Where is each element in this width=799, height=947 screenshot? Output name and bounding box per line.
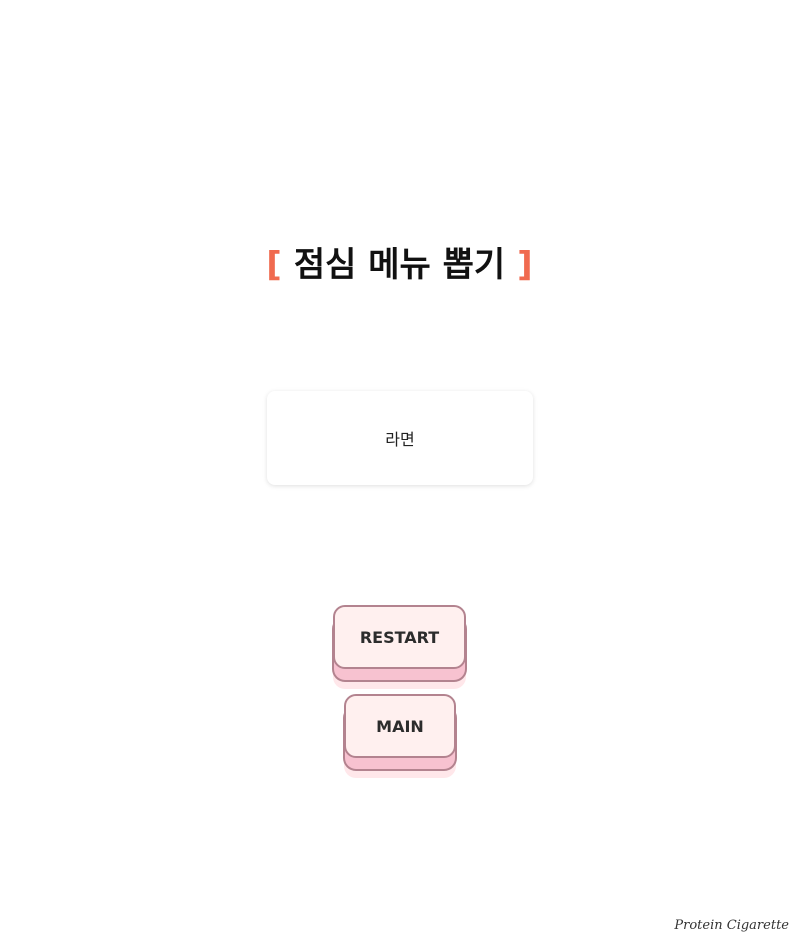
result-menu-text: 라면 (385, 430, 415, 449)
page-title: [ 점심 메뉴 뽑기] (0, 243, 799, 287)
main-button[interactable]: MAIN (344, 694, 456, 758)
result-card: 라면 (267, 391, 533, 485)
title-text: 점심 메뉴 뽑기 (293, 244, 506, 285)
restart-button[interactable]: RESTART (333, 605, 466, 669)
title-right-bracket: ] (517, 244, 533, 285)
restart-button-label: RESTART (359, 627, 440, 647)
title-left-bracket: [ (266, 244, 282, 285)
footer-signature: Protein Cigarette (674, 918, 789, 933)
main-button-label: MAIN (376, 716, 424, 736)
